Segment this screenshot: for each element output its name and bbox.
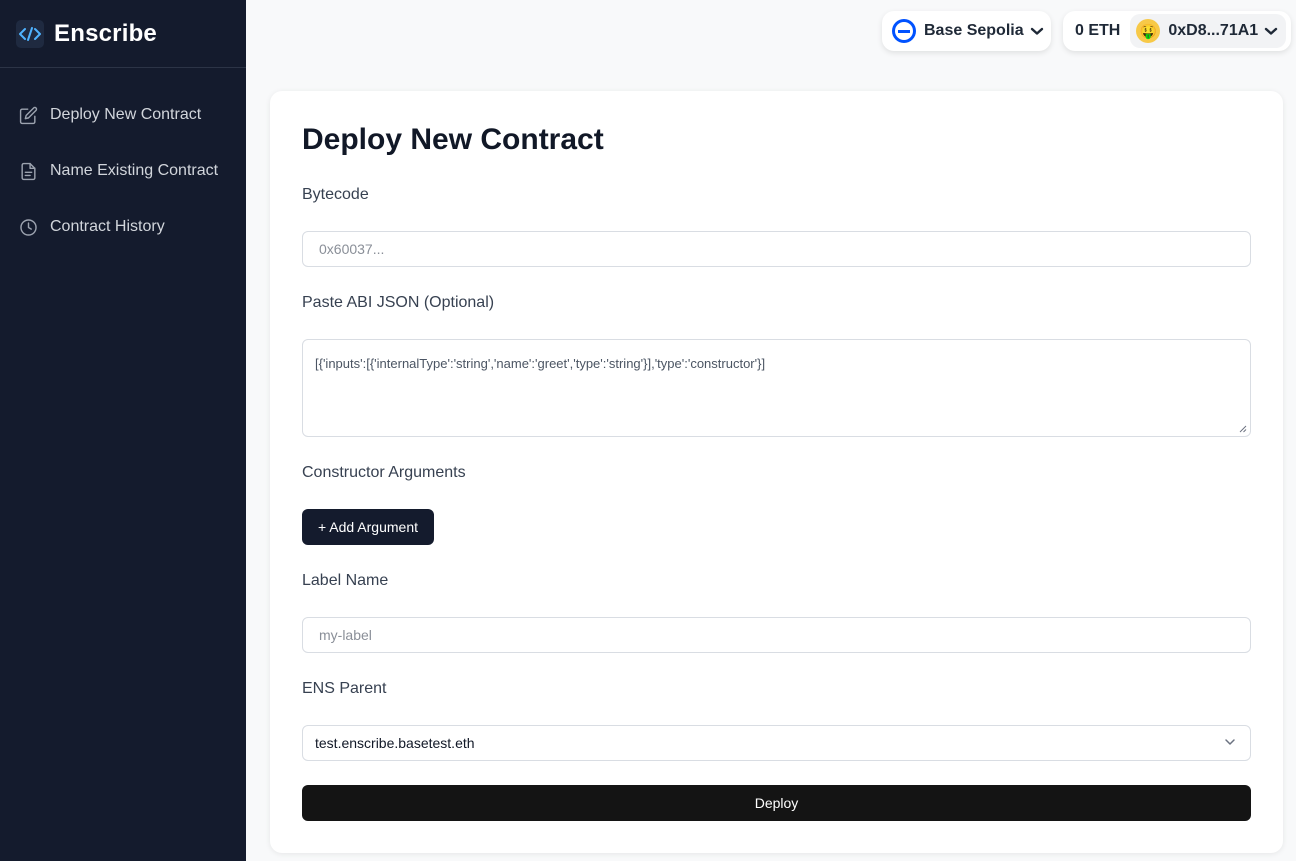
sidebar-item-label: Deploy New Contract bbox=[50, 106, 202, 123]
page-title: Deploy New Contract bbox=[302, 123, 604, 156]
abi-placeholder: [{'inputs':[{'internalType':'string','na… bbox=[315, 356, 766, 371]
label-name-input[interactable] bbox=[302, 617, 1251, 653]
clock-icon bbox=[20, 218, 37, 236]
constructor-arguments-label: Constructor Arguments bbox=[302, 464, 466, 481]
edit-icon bbox=[19, 106, 38, 124]
resize-handle-icon[interactable] bbox=[1239, 425, 1247, 433]
deploy-form-card: Deploy New Contract Bytecode Paste ABI J… bbox=[270, 91, 1283, 853]
chevron-down-icon bbox=[1264, 27, 1278, 35]
network-name: Base Sepolia bbox=[924, 22, 1024, 39]
code-icon bbox=[16, 19, 44, 48]
network-selector[interactable]: Base Sepolia bbox=[882, 11, 1051, 51]
ens-parent-value: test.enscribe.basetest.eth bbox=[315, 735, 475, 751]
add-argument-button[interactable]: + Add Argument bbox=[302, 509, 434, 545]
chevron-down-icon bbox=[1030, 27, 1043, 35]
brand-name: Enscribe bbox=[54, 19, 157, 47]
base-network-icon bbox=[892, 19, 916, 43]
label-name-label: Label Name bbox=[302, 572, 389, 589]
chevron-down-icon bbox=[1225, 739, 1235, 745]
document-icon bbox=[21, 162, 36, 180]
abi-label: Paste ABI JSON (Optional) bbox=[302, 294, 495, 311]
ens-parent-select[interactable]: test.enscribe.basetest.eth bbox=[302, 725, 1251, 761]
sidebar-item-label: Contract History bbox=[50, 218, 165, 235]
ens-parent-label: ENS Parent bbox=[302, 680, 387, 697]
deploy-button[interactable]: Deploy bbox=[302, 785, 1251, 821]
sidebar-item-contract-history[interactable]: Contract History bbox=[0, 213, 246, 241]
avatar: 🤑 bbox=[1136, 19, 1161, 43]
sidebar: Enscribe Deploy New Contract Name Existi… bbox=[0, 0, 246, 861]
wallet-button[interactable]: 0 ETH 🤑 0xD8...71A1 bbox=[1063, 11, 1291, 51]
bytecode-input[interactable] bbox=[302, 231, 1251, 267]
brand-header[interactable]: Enscribe bbox=[0, 0, 246, 68]
sidebar-item-name-existing-contract[interactable]: Name Existing Contract bbox=[0, 157, 246, 185]
sidebar-nav: Deploy New Contract Name Existing Contra… bbox=[0, 68, 246, 241]
abi-json-textarea[interactable]: [{'inputs':[{'internalType':'string','na… bbox=[302, 339, 1251, 437]
account-button[interactable]: 🤑 0xD8...71A1 bbox=[1130, 14, 1287, 48]
wallet-balance: 0 ETH bbox=[1075, 22, 1121, 39]
sidebar-item-label: Name Existing Contract bbox=[50, 162, 219, 179]
bytecode-label: Bytecode bbox=[302, 186, 369, 203]
account-address: 0xD8...71A1 bbox=[1168, 22, 1259, 39]
sidebar-item-deploy-new-contract[interactable]: Deploy New Contract bbox=[0, 101, 246, 129]
